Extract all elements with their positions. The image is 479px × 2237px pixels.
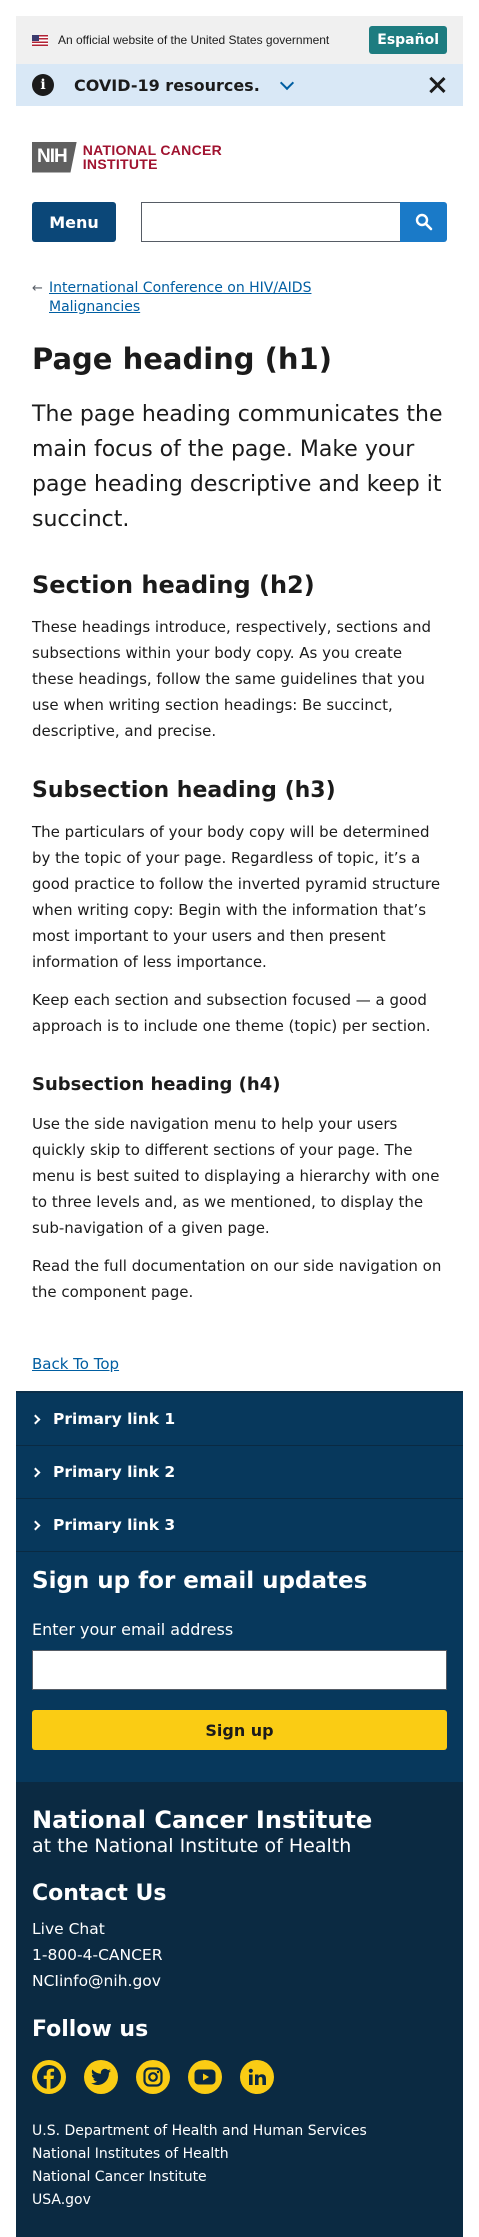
twitter-glyph: [91, 2068, 111, 2085]
footer-subtitle: at the National Institute of Health: [32, 1835, 352, 1857]
breadcrumb-link-line-2: Malignancies: [49, 299, 141, 315]
site-frame: An official website of the United States…: [16, 16, 463, 2237]
page: An official website of the United States…: [0, 0, 479, 2237]
instagram-icon[interactable]: [136, 2060, 170, 2094]
youtube-glyph: [194, 2069, 216, 2085]
contact-email[interactable]: NCIinfo@nih.gov: [32, 1968, 447, 1994]
contact-live-chat[interactable]: Live Chat: [32, 1916, 447, 1942]
footer-link-hhs[interactable]: U.S. Department of Health and Human Serv…: [32, 2120, 447, 2143]
twitter-icon[interactable]: [84, 2060, 118, 2094]
chevron-right-icon: [30, 1520, 41, 1530]
nav-search-row: Menu: [32, 202, 447, 242]
email-label: Enter your email address: [32, 1620, 234, 1639]
info-icon: i: [32, 74, 54, 96]
body-paragraph: Keep each section and subsection focused…: [32, 991, 431, 1035]
search-input[interactable]: [141, 202, 400, 242]
youtube-icon[interactable]: [188, 2060, 222, 2094]
site-footer: National Cancer Institute at the Nationa…: [16, 1782, 463, 2237]
logo-line-2: INSTITUTE: [82, 156, 158, 172]
covid-alert: i COVID-19 resources.: [16, 64, 463, 106]
lead-paragraph: The page heading communicates the main f…: [32, 402, 443, 532]
footer-title: National Cancer Institute: [32, 1806, 373, 1834]
signup-button[interactable]: Sign up: [32, 1710, 447, 1750]
chevron-down-icon[interactable]: [279, 75, 294, 90]
chevron-right-icon: [30, 1467, 41, 1477]
nci-logo[interactable]: NIH NATIONAL CANCER INSTITUTE: [32, 140, 447, 174]
contact-list: Live Chat 1-800-4-CANCER NCIinfo@nih.gov: [32, 1916, 447, 1994]
back-to-top-link[interactable]: Back To Top: [32, 1355, 447, 1373]
contact-phone[interactable]: 1-800-4-CANCER: [32, 1942, 447, 1968]
footer-primary-links: Primary link 1 Primary link 2 Primary li…: [16, 1391, 463, 1552]
logo-text: NATIONAL CANCER INSTITUTE: [83, 143, 222, 171]
close-icon[interactable]: [427, 75, 447, 95]
page-title: Page heading (h1): [32, 342, 332, 376]
gov-banner-text: An official website of the United States…: [58, 33, 330, 47]
subsection-heading-h3: Subsection heading (h3): [32, 778, 336, 803]
body-paragraph: These headings introduce, respectively, …: [32, 618, 431, 740]
chevron-right-icon: [30, 1414, 41, 1424]
language-toggle-button[interactable]: Español: [369, 26, 447, 54]
footer-link-nih[interactable]: National Institutes of Health: [32, 2143, 447, 2166]
footer-link-nci[interactable]: National Cancer Institute: [32, 2166, 447, 2189]
linkedin-glyph: [248, 2068, 266, 2085]
contact-title: Contact Us: [32, 1881, 167, 1906]
main-content: ← International Conference on HIV/AIDS M…: [16, 279, 463, 1373]
email-field[interactable]: [32, 1650, 447, 1690]
follow-title: Follow us: [32, 2017, 149, 2042]
gov-banner: An official website of the United States…: [16, 16, 463, 64]
facebook-icon[interactable]: [32, 2060, 66, 2094]
email-signup: Sign up for email updates Enter your ema…: [16, 1552, 463, 1782]
search-icon: [415, 213, 432, 231]
site-header: NIH NATIONAL CANCER INSTITUTE Menu: [16, 106, 463, 242]
facebook-glyph: [37, 2065, 61, 2089]
body-paragraph: Use the side navigation menu to help you…: [32, 1115, 440, 1237]
body-paragraph: The particulars of your body copy will b…: [32, 823, 441, 971]
us-flag-icon: [32, 34, 48, 46]
primary-link-2[interactable]: Primary link 2: [16, 1446, 463, 1499]
nih-logo-mark: NIH: [32, 141, 77, 173]
social-links: [32, 2060, 447, 2094]
primary-link-label: Primary link 1: [53, 1410, 176, 1428]
arrow-left-icon: ←: [32, 281, 43, 296]
primary-link-label: Primary link 3: [53, 1516, 176, 1534]
primary-link-3[interactable]: Primary link 3: [16, 1499, 463, 1552]
footer-agency-links: U.S. Department of Health and Human Serv…: [32, 2120, 447, 2212]
alert-text[interactable]: COVID-19 resources.: [74, 76, 260, 95]
breadcrumb-link-line-1: International Conference on HIV/AIDS: [49, 280, 312, 296]
breadcrumb-link[interactable]: International Conference on HIV/AIDS Mal…: [49, 279, 311, 317]
menu-button[interactable]: Menu: [32, 202, 116, 242]
footer-link-usagov[interactable]: USA.gov: [32, 2189, 447, 2212]
primary-link-label: Primary link 2: [53, 1463, 176, 1481]
primary-link-1[interactable]: Primary link 1: [16, 1393, 463, 1446]
signup-title: Sign up for email updates: [32, 1568, 368, 1594]
section-heading: Section heading (h2): [32, 571, 315, 599]
instagram-glyph: [143, 2067, 163, 2087]
linkedin-icon[interactable]: [240, 2060, 274, 2094]
breadcrumb: ← International Conference on HIV/AIDS M…: [32, 279, 447, 317]
body-paragraph: Read the full documentation on our side …: [32, 1257, 442, 1301]
search-button[interactable]: [400, 202, 447, 242]
subsection-heading-h4: Subsection heading (h4): [32, 1074, 281, 1095]
